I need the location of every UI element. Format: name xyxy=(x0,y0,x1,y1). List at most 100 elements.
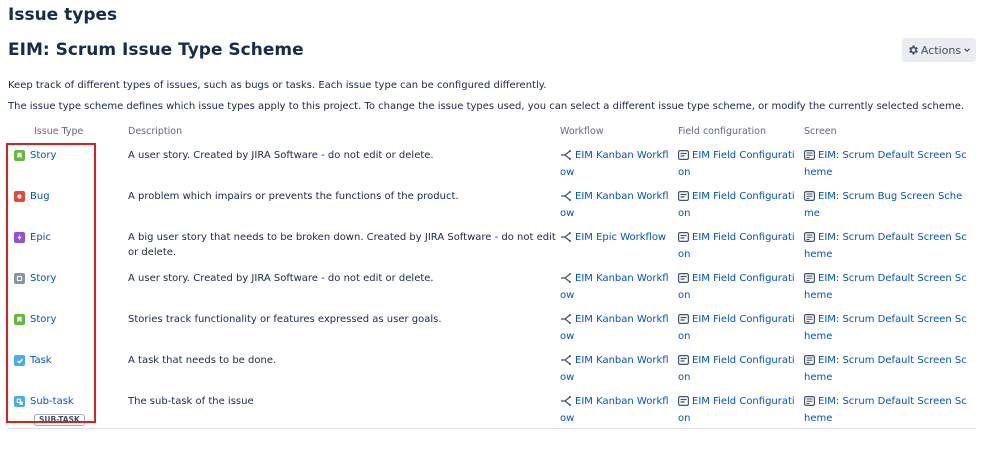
issue-type-cell: Epic xyxy=(14,230,51,245)
gear-icon xyxy=(907,44,919,56)
workflow-link-label: EIM Kanban Workflow xyxy=(560,355,669,383)
workflow-link[interactable]: EIM Kanban Workflow xyxy=(560,353,674,385)
issue-type-link[interactable]: Story xyxy=(30,148,56,163)
issue-type-description: A problem which impairs or prevents the … xyxy=(128,191,459,202)
header-field-configuration: Field configuration xyxy=(678,126,766,137)
subtask-badge: SUB-TASK xyxy=(34,414,85,426)
table-row: Epic A big user story that needs to be br… xyxy=(8,223,976,264)
field-configuration-link[interactable]: EIM Field Configuration xyxy=(678,271,800,303)
workflow-icon xyxy=(560,273,572,288)
field-configuration-link[interactable]: EIM Field Configuration xyxy=(678,353,800,385)
screen-scheme-link[interactable]: EIM: Scrum Default Screen Scheme xyxy=(804,353,968,385)
workflow-link-label: EIM Kanban Workflow xyxy=(560,396,669,424)
issue-types-table: Story A user story. Created by JIRA Softw… xyxy=(8,141,976,428)
issue-type-description: A big user story that needs to be broken… xyxy=(128,232,556,258)
screen-scheme-link[interactable]: EIM: Scrum Default Screen Scheme xyxy=(804,394,968,426)
field-configuration-icon xyxy=(678,273,690,288)
field-configuration-link[interactable]: EIM Field Configuration xyxy=(678,189,800,221)
table-row: Story A user story. Created by JIRA Softw… xyxy=(8,264,976,305)
task-icon xyxy=(14,355,25,366)
issue-type-link[interactable]: Bug xyxy=(30,189,50,204)
workflow-link-label: EIM Kanban Workflow xyxy=(560,150,669,178)
field-configuration-link[interactable]: EIM Field Configuration xyxy=(678,312,800,344)
issue-type-link[interactable]: Task xyxy=(30,353,52,368)
issue-type-cell: Story xyxy=(14,148,56,163)
issue-type-link[interactable]: Story xyxy=(30,312,56,327)
screen-scheme-icon xyxy=(804,355,816,370)
header-issue-type: Issue Type xyxy=(34,126,84,137)
table-row: Story A user story. Created by JIRA Softw… xyxy=(8,141,976,182)
issue-type-cell: Story xyxy=(14,271,56,286)
workflow-link[interactable]: EIM Kanban Workflow xyxy=(560,148,674,180)
screen-scheme-link-label: EIM: Scrum Default Screen Scheme xyxy=(804,232,967,260)
field-configuration-icon xyxy=(678,232,690,247)
header-description: Description xyxy=(128,126,183,137)
screen-scheme-link-label: EIM: Scrum Default Screen Scheme xyxy=(804,396,967,424)
field-configuration-link[interactable]: EIM Field Configuration xyxy=(678,230,800,262)
story-icon xyxy=(14,314,25,325)
field-configuration-icon xyxy=(678,150,690,165)
workflow-link[interactable]: EIM Kanban Workflow xyxy=(560,394,674,426)
workflow-icon xyxy=(560,150,572,165)
workflow-link[interactable]: EIM Kanban Workflow xyxy=(560,189,674,221)
header-workflow: Workflow xyxy=(560,126,604,137)
field-configuration-link-label: EIM Field Configuration xyxy=(678,355,795,383)
workflow-icon xyxy=(560,191,572,206)
table-row: Task A task that needs to be done. EIM Kan… xyxy=(8,346,976,387)
workflow-icon xyxy=(560,396,572,411)
screen-scheme-link-label: EIM: Scrum Default Screen Scheme xyxy=(804,355,967,383)
workflow-icon xyxy=(560,232,572,247)
field-configuration-link-label: EIM Field Configuration xyxy=(678,273,795,301)
header-screen: Screen xyxy=(804,126,837,137)
screen-scheme-link-label: EIM: Scrum Default Screen Scheme xyxy=(804,150,967,178)
issue-type-description: A user story. Created by JIRA Software -… xyxy=(128,273,434,284)
screen-scheme-icon xyxy=(804,314,816,329)
workflow-link[interactable]: EIM Epic Workflow xyxy=(560,230,674,247)
issue-type-link[interactable]: Epic xyxy=(30,230,51,245)
issue-type-description: A user story. Created by JIRA Software -… xyxy=(128,150,434,161)
workflow-link[interactable]: EIM Kanban Workflow xyxy=(560,271,674,303)
screen-scheme-link[interactable]: EIM: Scrum Default Screen Scheme xyxy=(804,271,968,303)
issue-type-cell: Bug xyxy=(14,189,50,204)
page-heading: Issue types xyxy=(8,5,118,25)
screen-scheme-link[interactable]: EIM: Scrum Default Screen Scheme xyxy=(804,148,968,180)
issue-type-link[interactable]: Sub-task xyxy=(30,394,74,409)
table-bottom-border xyxy=(8,428,976,429)
issue-type-description: Stories track functionality or features … xyxy=(128,314,442,325)
table-row: Bug A problem which impairs or prevents t… xyxy=(8,182,976,223)
field-configuration-link-label: EIM Field Configuration xyxy=(678,396,795,424)
table-row: Story Stories track functionality or feat… xyxy=(8,305,976,346)
issue-type-description: A task that needs to be done. xyxy=(128,355,277,366)
issue-type-description: The sub-task of the issue xyxy=(128,396,254,407)
issue-type-cell: Sub-task xyxy=(14,394,74,409)
field-configuration-icon xyxy=(678,355,690,370)
workflow-link[interactable]: EIM Kanban Workflow xyxy=(560,312,674,344)
screen-scheme-link[interactable]: EIM: Scrum Default Screen Scheme xyxy=(804,230,968,262)
screen-scheme-icon xyxy=(804,150,816,165)
screen-scheme-link-label: EIM: Scrum Default Screen Scheme xyxy=(804,314,967,342)
workflow-link-label: EIM Kanban Workflow xyxy=(560,273,669,301)
issue-type-link[interactable]: Story xyxy=(30,271,56,286)
workflow-link-label: EIM Epic Workflow xyxy=(575,232,667,243)
table-row: Sub-task SUB-TASK The sub-task of the issu… xyxy=(8,387,976,428)
field-configuration-icon xyxy=(678,191,690,206)
story-grey-icon xyxy=(14,273,25,284)
actions-button[interactable]: Actions xyxy=(902,38,976,62)
screen-scheme-icon xyxy=(804,232,816,247)
screen-scheme-icon xyxy=(804,273,816,288)
screen-scheme-link[interactable]: EIM: Scrum Bug Screen Scheme xyxy=(804,189,968,221)
issue-type-cell: Task xyxy=(14,353,52,368)
epic-icon xyxy=(14,232,25,243)
field-configuration-link[interactable]: EIM Field Configuration xyxy=(678,394,800,426)
field-configuration-link-label: EIM Field Configuration xyxy=(678,314,795,342)
workflow-icon xyxy=(560,355,572,370)
scheme-description-1: Keep track of different types of issues,… xyxy=(8,80,547,91)
screen-scheme-link[interactable]: EIM: Scrum Default Screen Scheme xyxy=(804,312,968,344)
scheme-description-2: The issue type scheme defines which issu… xyxy=(8,101,965,112)
field-configuration-link[interactable]: EIM Field Configuration xyxy=(678,148,800,180)
issue-type-cell: Story xyxy=(14,312,56,327)
chevron-down-icon xyxy=(963,46,971,54)
field-configuration-link-label: EIM Field Configuration xyxy=(678,150,795,178)
screen-scheme-icon xyxy=(804,396,816,411)
story-icon xyxy=(14,150,25,161)
